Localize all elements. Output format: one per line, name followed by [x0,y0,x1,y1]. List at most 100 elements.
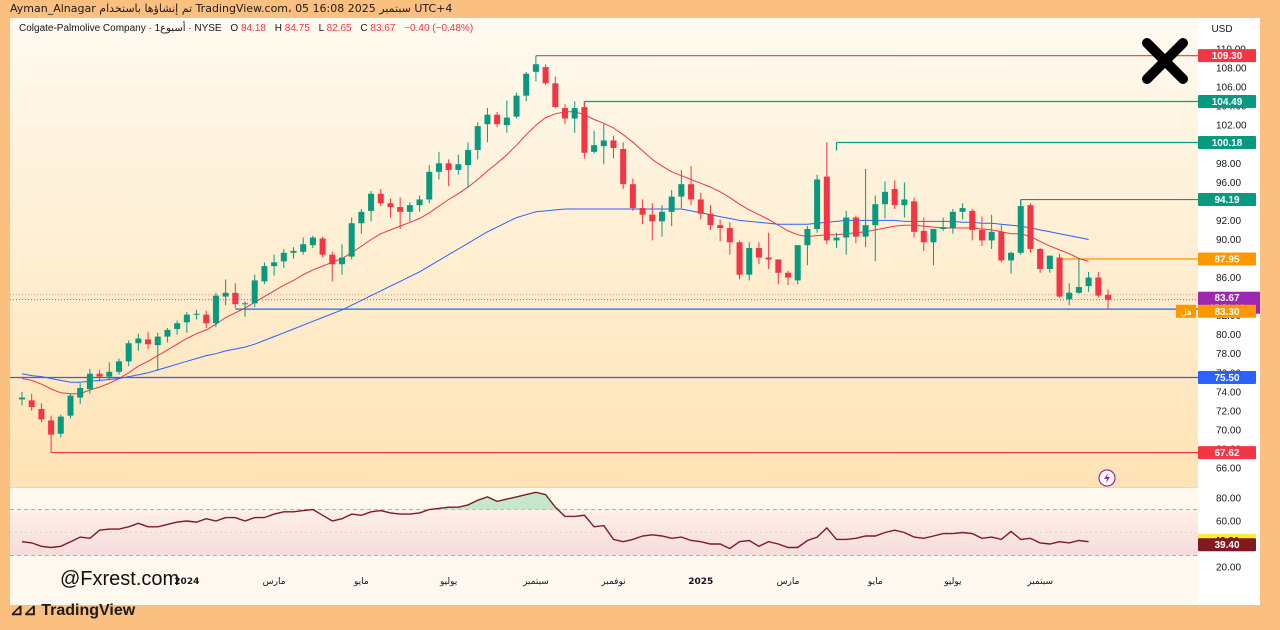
candle-body [426,171,433,200]
candle-body [1056,257,1063,297]
candle-body [746,248,753,275]
chart-canvas[interactable]: 110.00108.00106.00104.00102.00100.0098.0… [10,18,1260,605]
tradingview-logo: ⊿⊿ TradingView [10,600,135,620]
candle-body [814,179,821,229]
candle-body [1046,255,1053,269]
time-axis-label: 2025 [688,577,713,587]
time-axis-label: مارس [263,577,286,587]
candle [794,245,801,285]
price-tick-label: 108.00 [1216,64,1247,75]
candle-body [455,164,462,170]
candle-body [125,343,132,362]
candle-body [513,95,520,117]
close-value: 83.67 [370,23,395,34]
footer-bar [0,605,1280,630]
candle-body [397,207,404,212]
lightning-icon[interactable] [1098,469,1116,487]
price-tick-label: 66.00 [1216,464,1241,475]
candle [67,393,74,419]
level-tag-67.62-label: 67.62 [1214,448,1239,459]
change-value: −0.40 (−0.48%) [404,23,473,34]
candle-body [697,199,704,214]
candle [348,217,355,260]
candle-body [494,114,501,125]
candle-body [959,208,966,212]
tradingview-logo-mark: ⊿⊿ [10,602,42,619]
price-tick-label: 98.00 [1216,159,1241,170]
candle-body [532,64,539,72]
candle-body [106,371,113,377]
candle [581,101,588,159]
brand-name: TradingView [41,602,136,619]
candle-body [949,211,956,229]
candle-body [581,107,588,153]
candle [212,292,219,328]
candle-body [658,211,665,222]
header-bar: Colgate-Palmolive Company · 1أسبوع · NYS… [19,21,473,34]
candle-body [843,217,850,238]
candle-body [387,203,394,208]
candle-body [193,313,200,315]
price-tick-label: 102.00 [1216,121,1247,132]
candle-body [794,245,801,281]
candle-body [232,292,239,305]
rsi-band [10,509,1198,556]
candle-body [930,228,937,243]
candle-body [271,262,278,267]
price-tick-label: 70.00 [1216,425,1241,436]
price-tick-label: 96.00 [1216,178,1241,189]
candle-body [833,237,840,241]
candle-body [280,252,287,262]
time-axis-label: مايو [353,577,369,587]
candle-body [435,163,442,172]
high-value: 84.75 [285,23,310,34]
candle [814,174,821,233]
candle-body [203,314,210,324]
candle-body [377,193,384,204]
level-tag-87.95-label: 87.95 [1214,254,1239,265]
time-axis-label: يوليو [439,577,458,587]
candle-body [542,67,549,84]
price-tick-label: 86.00 [1216,273,1241,284]
candle-body [474,126,481,150]
candle-body [348,223,355,257]
prev-close-tag-label: 83.30 [1214,307,1239,318]
level-tag-104.49-label: 104.49 [1212,97,1243,108]
time-axis-label: نوفمبر [600,577,625,587]
candle-body [503,117,510,126]
candle-body [96,373,103,377]
candle-body [115,361,122,372]
price-tick-label: 80.00 [1216,330,1241,341]
candle [542,64,549,86]
candle [620,142,627,189]
candle-body [591,145,598,152]
candle-body [765,257,772,260]
candle-body [77,388,84,398]
candle-body [775,259,782,273]
candle-body [251,280,258,304]
price-tick-label: 92.00 [1216,216,1241,227]
candle [319,236,326,258]
candle-body [135,338,142,344]
candle-body [649,214,656,222]
chart-frame: 110.00108.00106.00104.00102.00100.0098.0… [10,18,1260,605]
candle-body [901,199,908,206]
price-tick-label: 90.00 [1216,235,1241,246]
candle-body [445,163,452,170]
time-axis-label: سبتمبر [522,577,549,587]
candle-body [38,408,45,420]
candle [736,240,743,280]
candle-body [358,211,365,224]
candle-body [242,303,249,305]
rsi-tick-label: 20.00 [1216,563,1241,574]
watermark-bar: Ayman_Alnagar تم إنشاؤها باستخدام Tradin… [0,0,1280,18]
candle-body [261,266,268,282]
prev-close-prefix: هل [1180,308,1192,318]
candle-body [28,400,35,408]
symbol-label: Colgate-Palmolive Company · 1أسبوع · NYS… [19,21,222,34]
time-axis-label: يوليو [943,577,962,587]
candle-body [368,193,375,211]
candle-body [1104,294,1112,300]
rsi-tick-label: 80.00 [1216,494,1241,505]
candle-body [629,184,636,209]
